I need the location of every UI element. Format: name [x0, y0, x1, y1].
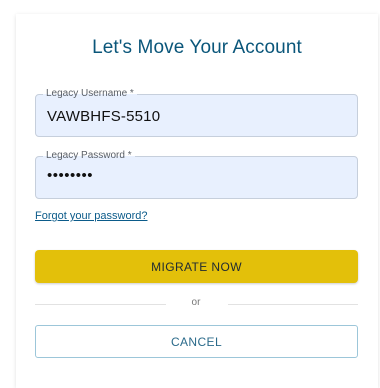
forgot-password-link[interactable]: Forgot your password?	[35, 210, 148, 222]
page-title: Let's Move Your Account	[92, 37, 302, 58]
migration-card: Let's Move Your Account Legacy Username …	[0, 0, 380, 388]
divider-left	[35, 304, 166, 305]
password-field[interactable]: Legacy Password * ••••••••	[35, 149, 358, 199]
username-field[interactable]: Legacy Username *	[35, 87, 358, 137]
username-label: Legacy Username *	[43, 87, 137, 101]
password-input[interactable]: ••••••••	[47, 167, 347, 184]
cancel-button[interactable]: CANCEL	[35, 325, 358, 358]
migrate-now-button[interactable]: MIGRATE NOW	[35, 250, 358, 283]
divider-right	[228, 304, 358, 305]
password-label: Legacy Password *	[43, 149, 135, 163]
divider-or-text: or	[191, 297, 201, 308]
username-input[interactable]	[47, 108, 347, 125]
